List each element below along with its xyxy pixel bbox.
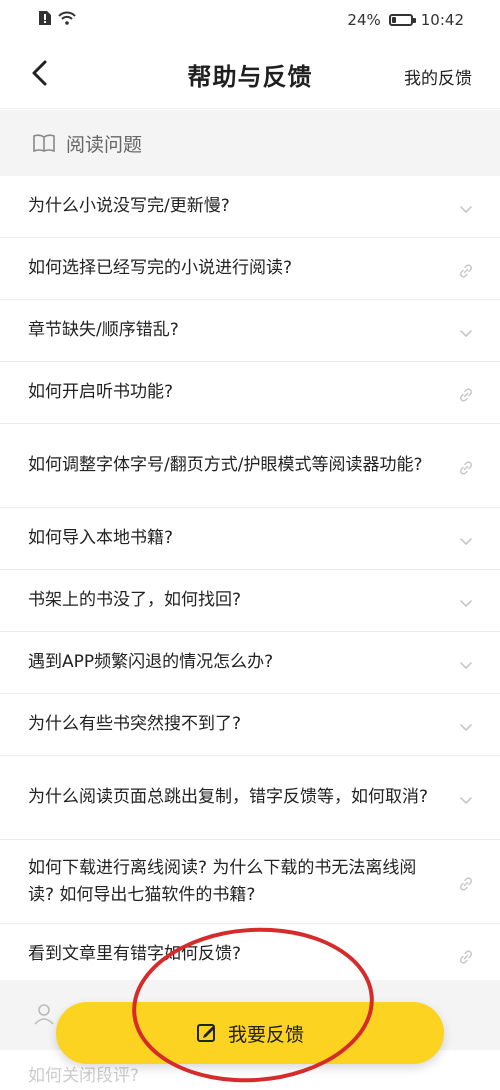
chevron-down-icon: [458, 790, 474, 806]
faq-question: 如何调整字体字号/翻页方式/护眼模式等阅读器功能?: [28, 455, 423, 475]
faq-question: 书架上的书没了，如何找回?: [28, 590, 242, 610]
faq-question: 如何关闭段评?: [28, 1066, 140, 1084]
section-header-reading: 阅读问题: [0, 110, 500, 176]
chevron-down-icon: [458, 655, 474, 671]
link-icon: [458, 385, 474, 402]
section-title: 阅读问题: [66, 133, 143, 156]
faq-item[interactable]: 为什么阅读页面总跳出复制，错字反馈等，如何取消?: [0, 756, 500, 840]
back-button[interactable]: [26, 58, 56, 88]
back-arrow-icon: [32, 60, 47, 86]
chevron-down-icon: [458, 323, 474, 339]
user-icon: [34, 1004, 54, 1025]
my-feedback-link[interactable]: 我的反馈: [404, 64, 472, 89]
faq-item[interactable]: 如何调整字体字号/翻页方式/护眼模式等阅读器功能?: [0, 424, 500, 508]
link-icon: [458, 261, 474, 278]
book-icon: [33, 134, 55, 153]
faq-question: 如何开启听书功能?: [28, 382, 174, 402]
status-bar: 24% 10:42: [0, 0, 500, 40]
page-title: 帮助与反馈: [187, 62, 313, 91]
battery-percent: 24%: [347, 11, 381, 29]
clock: 10:42: [420, 11, 464, 29]
feedback-button[interactable]: 我要反馈: [56, 1002, 444, 1064]
faq-question: 如何选择已经写完的小说进行阅读?: [28, 258, 293, 278]
faq-question: 如何导入本地书籍?: [28, 528, 174, 548]
status-left: [38, 10, 76, 30]
link-icon: [458, 874, 474, 891]
faq-question: 看到文章里有错字如何反馈?: [28, 944, 242, 964]
faq-item[interactable]: 如何选择已经写完的小说进行阅读?: [0, 238, 500, 300]
faq-question: 章节缺失/顺序错乱?: [28, 320, 179, 340]
faq-item[interactable]: 书架上的书没了，如何找回?: [0, 570, 500, 632]
faq-question: 为什么有些书突然搜不到了?: [28, 714, 242, 734]
nav-bar: 帮助与反馈 我的反馈: [0, 40, 500, 109]
faq-item[interactable]: 如何导入本地书籍?: [0, 508, 500, 570]
chevron-down-icon: [458, 531, 474, 547]
faq-item[interactable]: 遇到APP频繁闪退的情况怎么办?: [0, 632, 500, 694]
chevron-down-icon: [458, 717, 474, 733]
faq-question: 如何下载进行离线阅读? 为什么下载的书无法离线阅读? 如何导出七猫软件的书籍?: [28, 857, 417, 905]
edit-icon: [196, 1024, 215, 1042]
feedback-button-label: 我要反馈: [227, 1023, 304, 1046]
faq-item[interactable]: 看到文章里有错字如何反馈?: [0, 924, 500, 986]
faq-item[interactable]: 为什么有些书突然搜不到了?: [0, 694, 500, 756]
faq-list: 为什么小说没写完/更新慢? 如何选择已经写完的小说进行阅读? 章节缺失/顺序错乱…: [0, 176, 500, 986]
sim-alert-icon: [38, 10, 52, 30]
faq-item[interactable]: 为什么小说没写完/更新慢?: [0, 176, 500, 238]
chevron-down-icon: [458, 593, 474, 609]
faq-question: 为什么小说没写完/更新慢?: [28, 196, 230, 216]
status-right: 24% 10:42: [347, 11, 464, 29]
faq-item[interactable]: 如何开启听书功能?: [0, 362, 500, 424]
battery-icon: [388, 14, 416, 26]
faq-item[interactable]: 章节缺失/顺序错乱?: [0, 300, 500, 362]
faq-question: 为什么阅读页面总跳出复制，错字反馈等，如何取消?: [28, 787, 429, 807]
chevron-down-icon: [458, 199, 474, 215]
link-icon: [458, 947, 474, 964]
link-icon: [458, 458, 474, 475]
faq-question: 遇到APP频繁闪退的情况怎么办?: [28, 652, 274, 672]
faq-item[interactable]: 如何下载进行离线阅读? 为什么下载的书无法离线阅读? 如何导出七猫软件的书籍?: [0, 840, 500, 924]
wifi-icon: [58, 11, 76, 29]
